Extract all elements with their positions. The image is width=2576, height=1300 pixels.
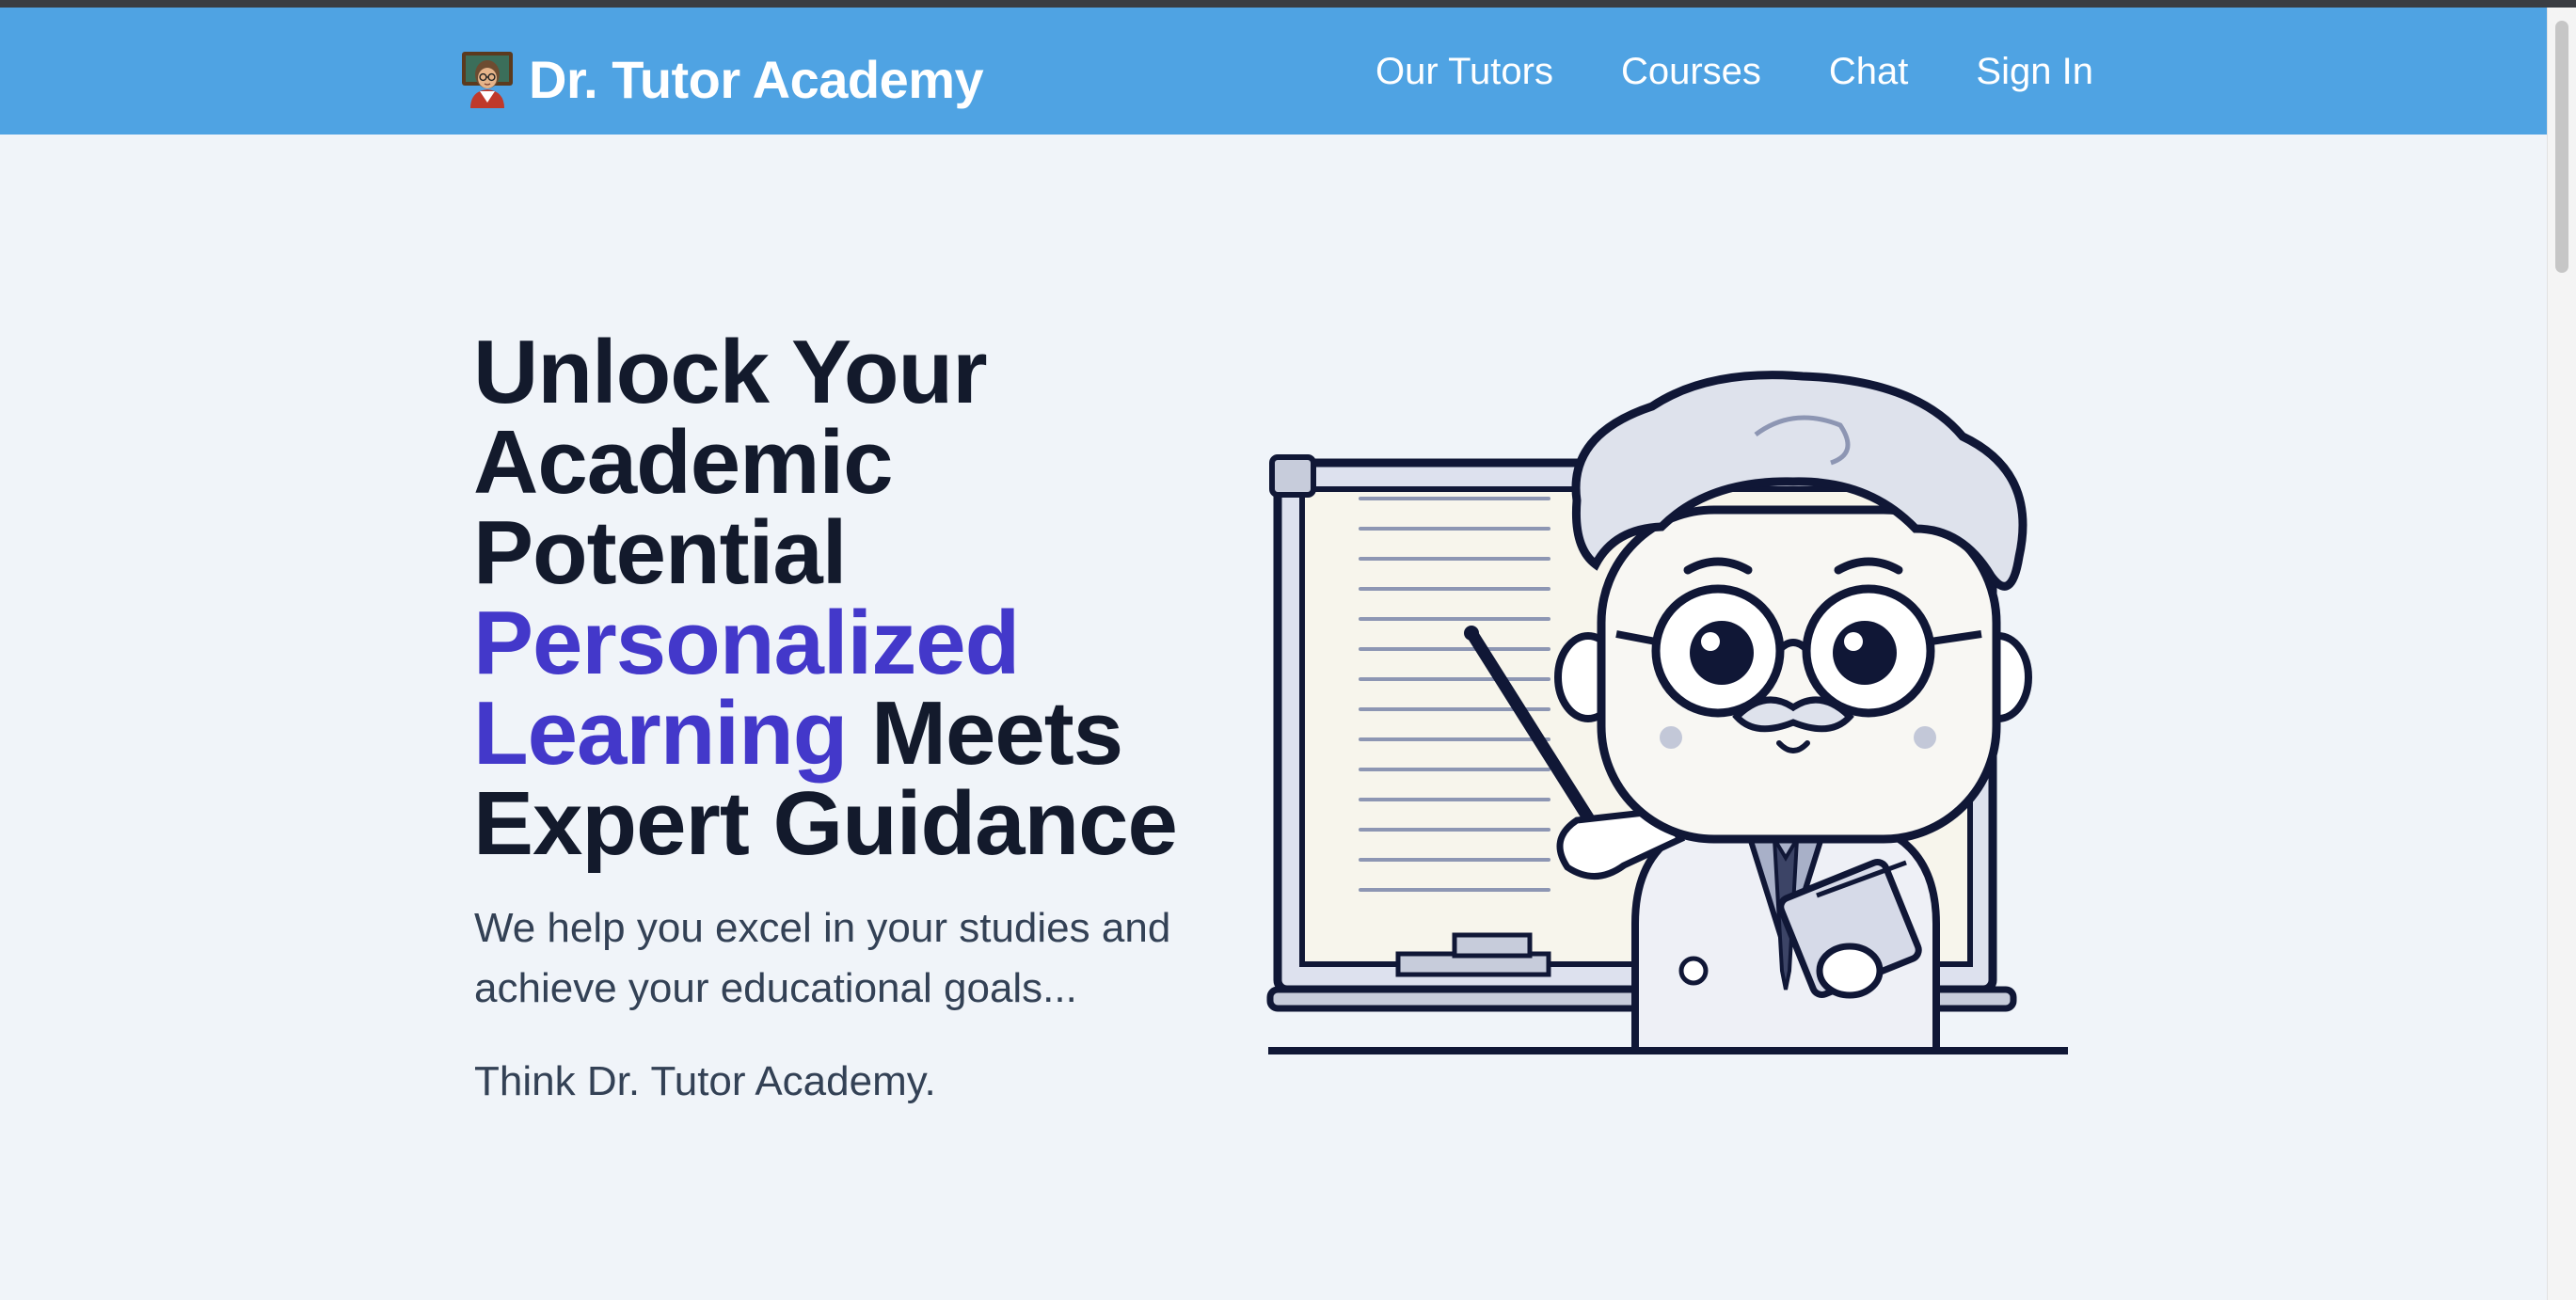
teacher-emoji-icon [462,52,513,108]
hero-title: Unlock Your Academic Potential Personali… [473,327,1226,869]
brand-logo-link[interactable]: Dr. Tutor Academy [459,41,984,117]
hero-title-line1: Unlock Your Academic Potential [473,322,988,603]
hero-tagline: Think Dr. Tutor Academy. [474,1058,936,1104]
nav-courses[interactable]: Courses [1621,51,1761,93]
navbar: Dr. Tutor Academy Our Tutors Courses Cha… [0,8,2548,135]
hero-subtitle: We help you excel in your studies and ac… [474,905,1171,1011]
brand-name: Dr. Tutor Academy [529,49,984,109]
browser-top-strip [0,0,2576,8]
page-scrollbar[interactable] [2547,8,2576,1300]
nav-sign-in[interactable]: Sign In [1976,51,2093,93]
professor-illustration [1266,371,2068,1054]
scrollbar-thumb[interactable] [2555,21,2568,273]
nav-our-tutors[interactable]: Our Tutors [1375,51,1553,93]
nav-chat[interactable]: Chat [1829,51,1909,93]
main-nav: Our Tutors Courses Chat Sign In [1375,51,2093,93]
